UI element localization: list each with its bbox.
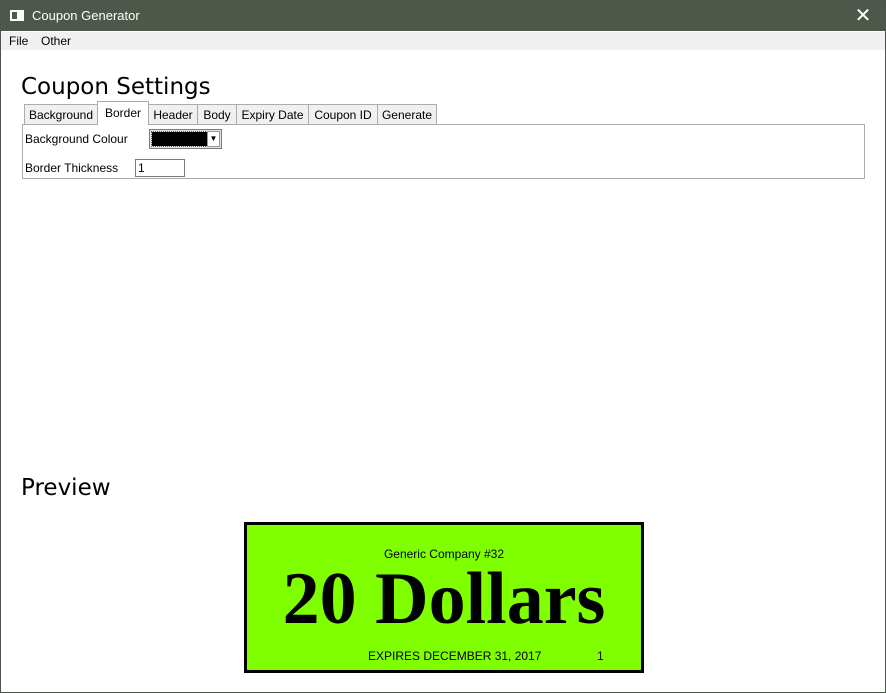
tab-background[interactable]: Background <box>24 104 98 124</box>
tab-header[interactable]: Header <box>148 104 198 124</box>
window-title: Coupon Generator <box>32 8 140 23</box>
border-thickness-label: Border Thickness <box>25 161 119 175</box>
app-window-icon <box>10 10 24 21</box>
title-bar[interactable]: Coupon Generator ✕ <box>1 1 885 31</box>
border-colour-picker[interactable]: ▼ <box>149 129 222 149</box>
tab-body[interactable]: Body <box>197 104 237 124</box>
coupon-expiry: EXPIRES DECEMBER 31, 2017 <box>368 649 542 663</box>
menu-other[interactable]: Other <box>41 34 71 48</box>
coupon-amount: 20 Dollars <box>282 558 606 640</box>
coupon-id: 1 <box>597 649 604 663</box>
tab-coupon-id[interactable]: Coupon ID <box>308 104 378 124</box>
chevron-down-icon[interactable]: ▼ <box>207 131 220 147</box>
colour-swatch <box>151 131 208 147</box>
menu-file[interactable]: File <box>9 34 28 48</box>
close-button[interactable]: ✕ <box>841 1 885 31</box>
border-tab-panel: Background Colour ▼ Border Thickness 1 <box>22 124 865 179</box>
preview-title: Preview <box>21 475 111 501</box>
border-colour-label: Background Colour <box>25 132 128 146</box>
coupon-preview: Generic Company #32 20 Dollars EXPIRES D… <box>244 522 644 673</box>
menu-bar: File Other <box>1 32 885 50</box>
border-thickness-input[interactable]: 1 <box>135 159 185 177</box>
app-window: Coupon Generator ✕ File Other Coupon Set… <box>0 0 886 693</box>
settings-title: Coupon Settings <box>21 74 211 100</box>
tab-border[interactable]: Border <box>97 101 149 125</box>
tab-expiry-date[interactable]: Expiry Date <box>236 104 309 124</box>
tab-generate[interactable]: Generate <box>377 104 437 124</box>
